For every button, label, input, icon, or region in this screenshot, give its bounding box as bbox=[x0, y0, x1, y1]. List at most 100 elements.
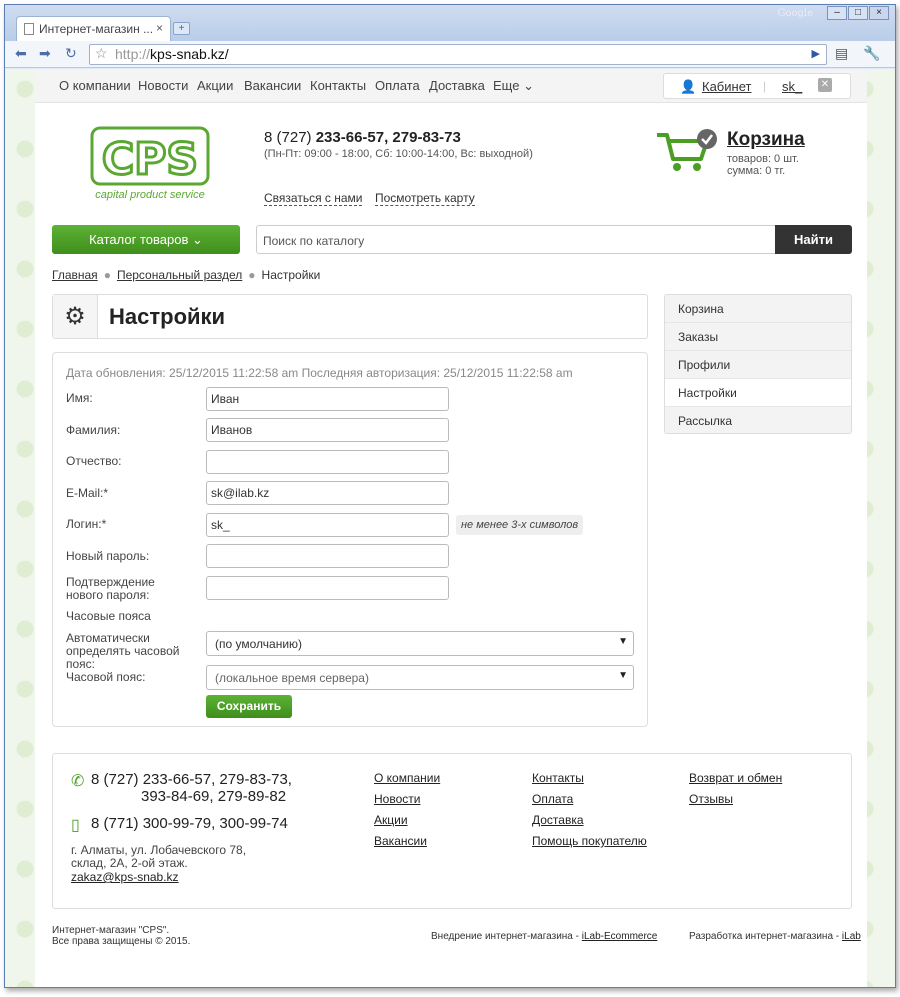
sidebar-item-cart[interactable]: Корзина bbox=[665, 295, 851, 323]
nav-news[interactable]: Новости bbox=[138, 78, 188, 93]
site-logo[interactable]: CPS capital product service bbox=[90, 126, 212, 204]
dev-link[interactable]: iLab bbox=[842, 931, 861, 942]
footer-phone2: 8 (771) 300-99-79, 300-99-74 bbox=[91, 815, 288, 832]
go-icon[interactable]: ▶ bbox=[812, 47, 820, 60]
cart-sum: сумма: 0 тг. bbox=[727, 165, 786, 177]
contact-us-link[interactable]: Связаться с нами bbox=[264, 191, 363, 206]
confirm-password-field[interactable] bbox=[206, 576, 449, 600]
email-label: E-Mail:* bbox=[66, 486, 109, 500]
crumb-separator: ● bbox=[248, 268, 256, 282]
footer: ✆ 8 (727) 233-66-57, 279-83-73, 393-84-6… bbox=[52, 753, 852, 909]
footer-phone1: 8 (727) 233-66-57, 279-83-73, bbox=[91, 771, 292, 788]
cart-icon bbox=[657, 129, 717, 171]
tz-select[interactable]: (локальное время сервера) ▼ bbox=[206, 665, 634, 690]
footer-jobs[interactable]: Вакансии bbox=[374, 834, 427, 848]
crumb-home[interactable]: Главная bbox=[52, 268, 98, 282]
nav-more[interactable]: Еще ⌄ bbox=[493, 78, 534, 94]
search-input[interactable]: Поиск по каталогу bbox=[256, 225, 776, 254]
footer-returns[interactable]: Возврат и обмен bbox=[689, 771, 782, 785]
footer-news[interactable]: Новости bbox=[374, 792, 420, 806]
tz-value: (локальное время сервера) bbox=[215, 671, 369, 685]
page-menu-icon[interactable]: ▤ bbox=[835, 45, 848, 62]
footer-reviews[interactable]: Отзывы bbox=[689, 792, 733, 806]
login-label: Логин:* bbox=[66, 517, 107, 531]
dropdown-arrow-icon: ▼ bbox=[618, 636, 628, 647]
footer-promo[interactable]: Акции bbox=[374, 813, 408, 827]
footer-contacts[interactable]: Контакты bbox=[532, 771, 584, 785]
nav-delivery[interactable]: Доставка bbox=[429, 78, 485, 93]
crumb-current: Настройки bbox=[261, 268, 321, 282]
surname-field[interactable]: Иванов bbox=[206, 418, 449, 442]
user-link[interactable]: sk_ bbox=[782, 79, 802, 94]
development-credit: Разработка интернет-магазина - iLab bbox=[689, 931, 861, 942]
crumb-personal[interactable]: Персональный раздел bbox=[117, 268, 242, 282]
footer-delivery[interactable]: Доставка bbox=[532, 813, 584, 827]
cart-title[interactable]: Корзина bbox=[727, 129, 805, 151]
catalog-button[interactable]: Каталог товаров ⌄ bbox=[52, 225, 240, 254]
footer-payment[interactable]: Оплата bbox=[532, 792, 573, 806]
star-icon[interactable]: ☆ bbox=[95, 45, 108, 62]
work-hours: (Пн-Пт: 09:00 - 18:00, Сб: 10:00-14:00, … bbox=[264, 148, 533, 160]
nav-about[interactable]: О компании bbox=[59, 78, 131, 93]
search-button[interactable]: Найти bbox=[775, 225, 852, 254]
browser-toolbar: ⬅ ➡ ↻ ☆ http://kps-snab.kz/ ▶ ▤ 🔧 bbox=[5, 41, 895, 68]
sidebar-item-settings[interactable]: Настройки bbox=[665, 379, 851, 407]
logout-icon[interactable]: ✕ bbox=[818, 78, 832, 92]
sidebar-item-profiles[interactable]: Профили bbox=[665, 351, 851, 379]
patronymic-field[interactable] bbox=[206, 450, 449, 474]
save-button[interactable]: Сохранить bbox=[206, 695, 292, 718]
new-password-field[interactable] bbox=[206, 544, 449, 568]
maximize-button[interactable]: □ bbox=[848, 6, 868, 20]
login-hint: не менее 3-х символов bbox=[456, 515, 584, 535]
confirm-password-label: Подтверждение нового пароля: bbox=[66, 575, 155, 602]
copyright-line1: Интернет-магазин "CPS". bbox=[52, 925, 170, 936]
email-field[interactable]: sk@ilab.kz bbox=[206, 481, 449, 505]
close-window-button[interactable]: × bbox=[869, 6, 889, 20]
auto-tz-select[interactable]: (по умолчанию) ▼ bbox=[206, 631, 634, 656]
header-phone: 8 (727) 233-66-57, 279-83-73 bbox=[264, 129, 461, 146]
auto-tz-value: (по умолчанию) bbox=[215, 637, 303, 651]
tab-close-icon[interactable]: × bbox=[156, 21, 163, 35]
browser-window: Интернет-магазин ... × + Google – □ × ⬅ … bbox=[4, 4, 896, 988]
page-viewport: О компании Новости Акции Вакансии Контак… bbox=[5, 69, 895, 987]
patronymic-label: Отчество: bbox=[66, 454, 122, 468]
divider: | bbox=[763, 79, 767, 93]
dates-info: Дата обновления: 25/12/2015 11:22:58 am … bbox=[66, 366, 573, 380]
back-icon[interactable]: ⬅ bbox=[15, 45, 27, 62]
phone-icon: ✆ bbox=[71, 773, 85, 790]
impl-text: Внедрение интернет-магазина - bbox=[431, 931, 582, 942]
footer-address: г. Алматы, ул. Лобачевского 78, склад, 2А… bbox=[71, 844, 246, 870]
nav-contacts[interactable]: Контакты bbox=[310, 78, 366, 93]
page-icon bbox=[24, 23, 34, 35]
footer-about[interactable]: О компании bbox=[374, 771, 440, 785]
address-bar[interactable]: ☆ http://kps-snab.kz/ ▶ bbox=[89, 44, 827, 65]
nav-payment[interactable]: Оплата bbox=[375, 78, 420, 93]
auto-tz-label: Автоматически определять часовой пояс: bbox=[66, 631, 180, 671]
sidebar-item-orders[interactable]: Заказы bbox=[665, 323, 851, 351]
breadcrumb: Главная ● Персональный раздел ● Настройки bbox=[52, 268, 320, 282]
forward-icon[interactable]: ➡ bbox=[39, 45, 51, 62]
cart-widget[interactable]: Корзина товаров: 0 шт. сумма: 0 тг. bbox=[655, 127, 845, 177]
browser-tab[interactable]: Интернет-магазин ... × bbox=[16, 16, 171, 41]
tab-title: Интернет-магазин ... bbox=[39, 22, 154, 36]
sidebar-item-newsletter[interactable]: Рассылка bbox=[665, 407, 851, 433]
top-nav: О компании Новости Акции Вакансии Контак… bbox=[35, 69, 867, 103]
nav-jobs[interactable]: Вакансии bbox=[244, 78, 301, 93]
name-field[interactable]: Иван bbox=[206, 387, 449, 411]
address-line2: склад, 2А, 2-ой этаж. bbox=[71, 856, 188, 870]
view-map-link[interactable]: Посмотреть карту bbox=[375, 191, 475, 206]
nav-promo[interactable]: Акции bbox=[197, 78, 233, 93]
dev-text: Разработка интернет-магазина - bbox=[689, 931, 842, 942]
mobile-icon: ▯ bbox=[71, 817, 80, 834]
impl-link[interactable]: iLab-Ecommerce bbox=[582, 931, 658, 942]
footer-email[interactable]: zakaz@kps-snab.kz bbox=[71, 870, 179, 884]
minimize-button[interactable]: – bbox=[827, 6, 847, 20]
reload-icon[interactable]: ↻ bbox=[65, 45, 77, 62]
tz-label: Часовой пояс: bbox=[66, 670, 146, 684]
account-box: 👤 Кабинет | sk_ ✕ bbox=[663, 73, 851, 99]
new-tab-button[interactable]: + bbox=[173, 22, 190, 35]
login-field[interactable]: sk_ bbox=[206, 513, 449, 537]
wrench-icon[interactable]: 🔧 bbox=[863, 45, 880, 62]
footer-help[interactable]: Помощь покупателю bbox=[532, 834, 647, 848]
cabinet-link[interactable]: Кабинет bbox=[702, 79, 751, 94]
